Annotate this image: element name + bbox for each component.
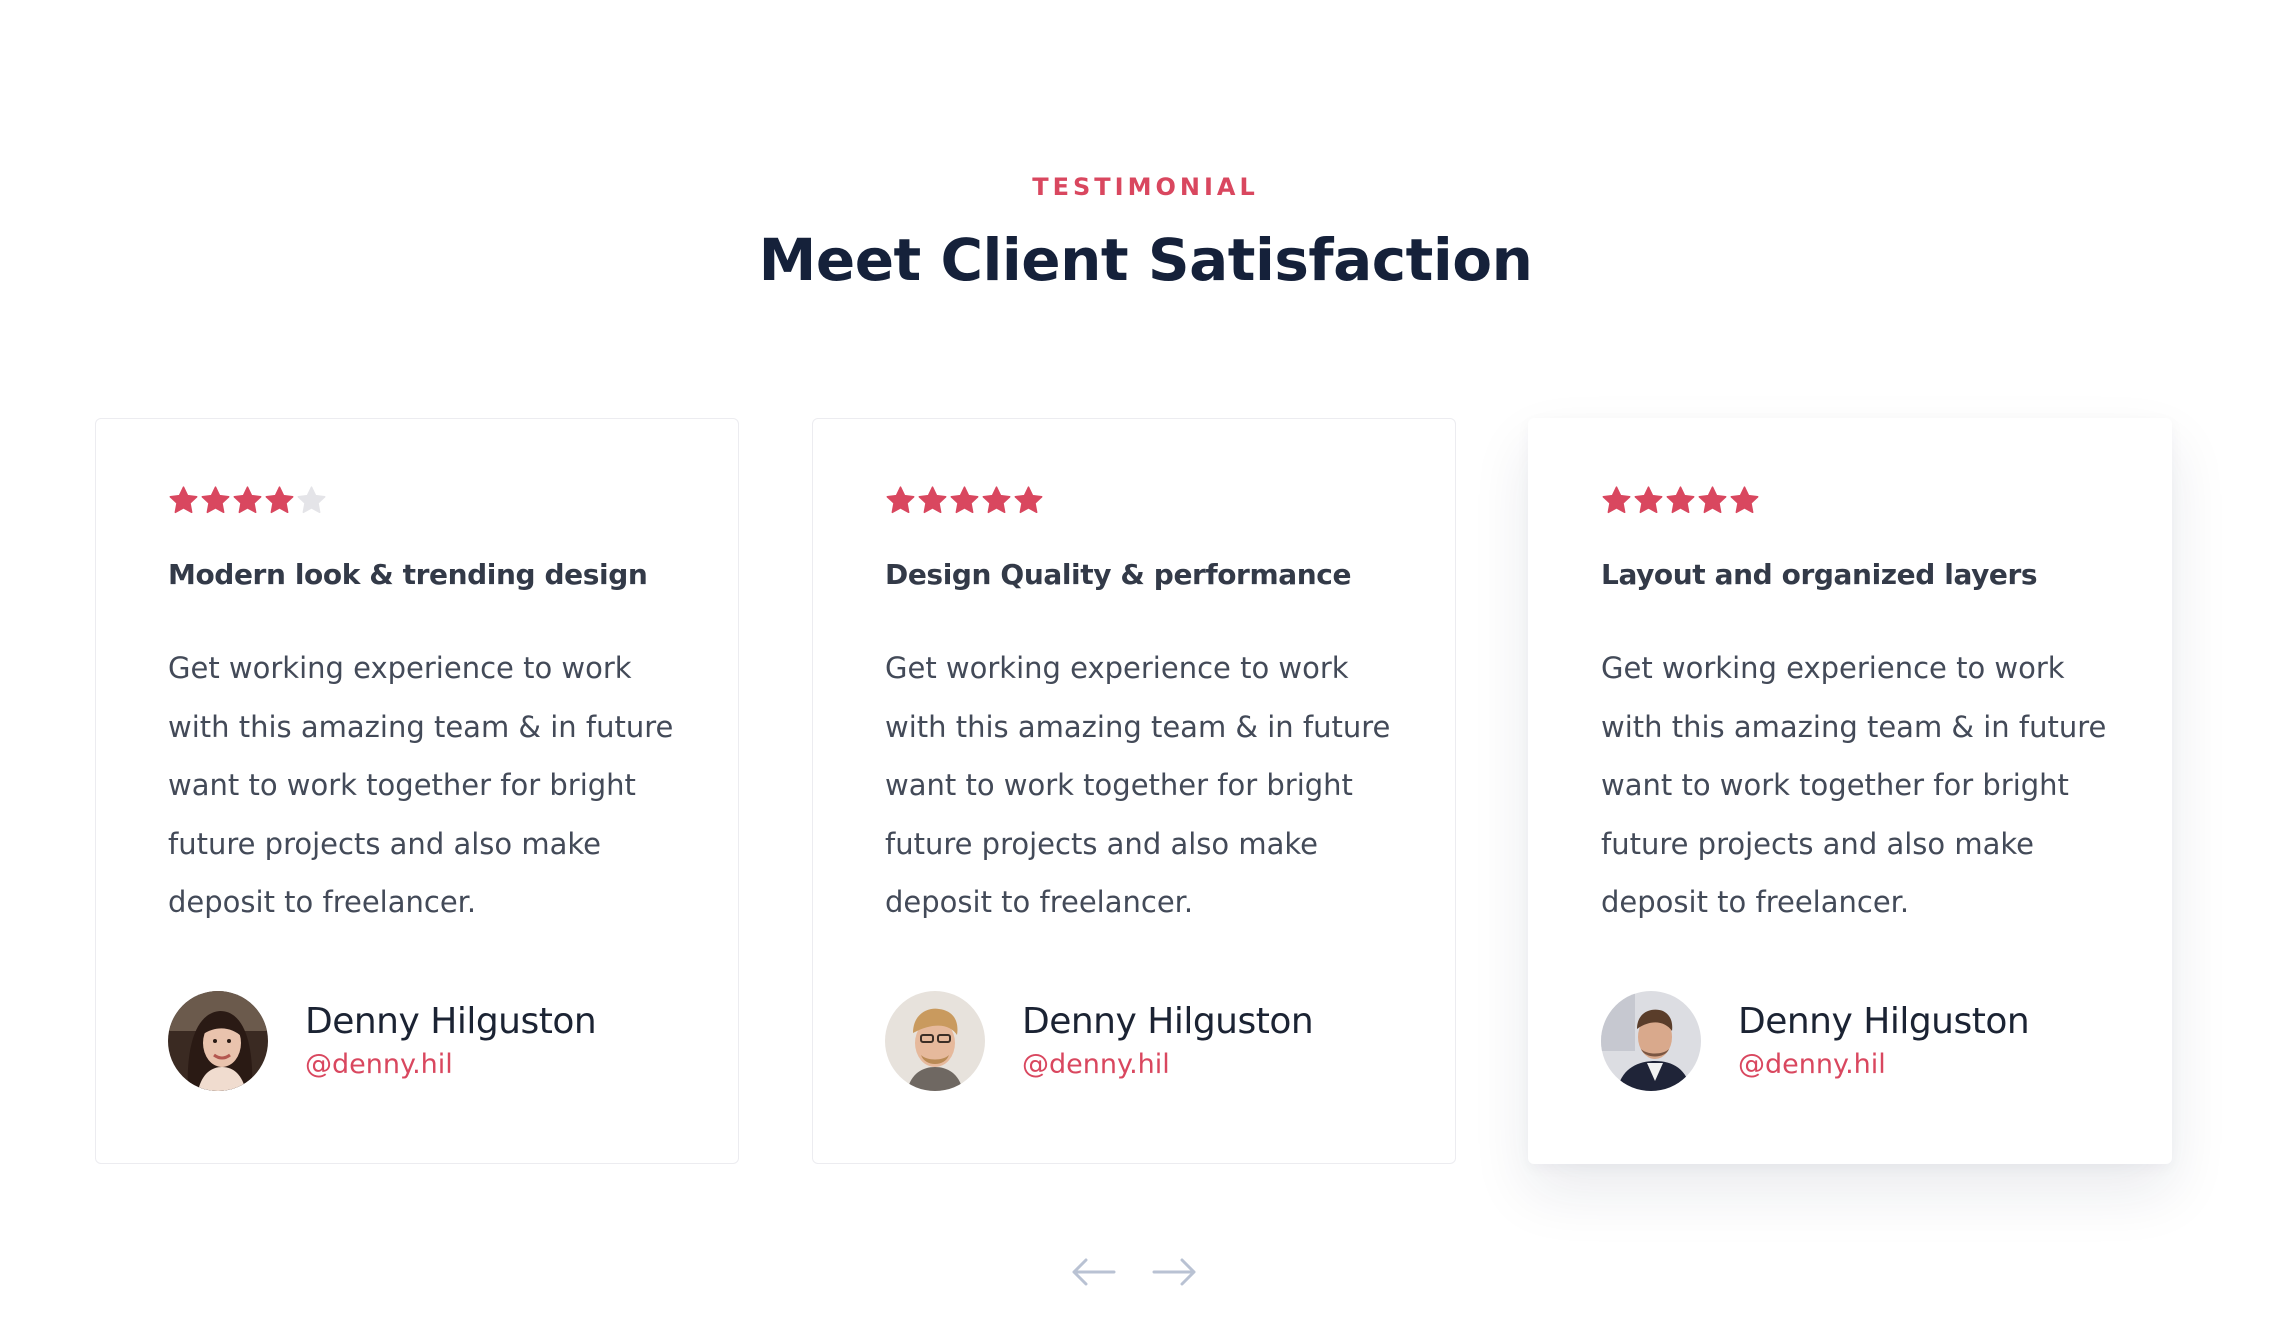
testimonial-section: TESTIMONIAL Meet Client Satisfaction Mod… — [0, 0, 2291, 1323]
author-handle[interactable]: @denny.hil — [1022, 1048, 1313, 1082]
testimonial-body: Get working experience to work with this… — [168, 651, 674, 919]
star-empty-icon — [297, 486, 326, 514]
author-block: Denny Hilguston @denny.hil — [168, 991, 597, 1091]
testimonial-title: Modern look & trending design — [168, 558, 648, 591]
star-filled-icon — [1634, 486, 1663, 514]
star-filled-icon — [1698, 486, 1727, 514]
star-rating — [168, 485, 327, 515]
star-filled-icon — [169, 486, 198, 514]
author-name: Denny Hilguston — [1738, 1001, 2030, 1042]
star-filled-icon — [233, 486, 262, 514]
star-filled-icon — [1602, 486, 1631, 514]
man-blond-portrait-image — [885, 991, 985, 1091]
testimonial-body: Get working experience to work with this… — [1601, 651, 2107, 919]
testimonial-card: Modern look & trending design Get workin… — [95, 418, 739, 1164]
testimonial-body: Get working experience to work with this… — [885, 651, 1391, 919]
author-handle[interactable]: @denny.hil — [1738, 1048, 2029, 1082]
testimonial-title: Layout and organized layers — [1601, 558, 2038, 591]
star-filled-icon — [1014, 486, 1043, 514]
star-filled-icon — [1730, 486, 1759, 514]
man-suit-portrait-image — [1601, 991, 1701, 1091]
star-filled-icon — [918, 486, 947, 514]
slider-navigation — [1070, 1252, 1198, 1292]
star-filled-icon — [982, 486, 1011, 514]
star-filled-icon — [886, 486, 915, 514]
star-filled-icon — [201, 486, 230, 514]
author-avatar — [1601, 991, 1701, 1091]
star-filled-icon — [265, 486, 294, 514]
star-filled-icon — [950, 486, 979, 514]
testimonial-card: Design Quality & performance Get working… — [812, 418, 1456, 1164]
section-title: Meet Client Satisfaction — [758, 226, 1533, 294]
author-block: Denny Hilguston @denny.hil — [1601, 991, 2030, 1091]
author-avatar — [168, 991, 268, 1091]
section-eyebrow: TESTIMONIAL — [1032, 173, 1259, 201]
author-block: Denny Hilguston @denny.hil — [885, 991, 1314, 1091]
star-rating — [885, 485, 1044, 515]
author-handle[interactable]: @denny.hil — [305, 1048, 596, 1082]
star-rating — [1601, 485, 1760, 515]
author-name: Denny Hilguston — [1022, 1001, 1314, 1042]
author-name: Denny Hilguston — [305, 1001, 597, 1042]
testimonial-card: Layout and organized layers Get working … — [1528, 418, 2172, 1164]
arrow-left-icon[interactable] — [1070, 1252, 1116, 1292]
arrow-right-icon[interactable] — [1152, 1252, 1198, 1292]
author-avatar — [885, 991, 985, 1091]
woman-portrait-image — [168, 991, 268, 1091]
star-filled-icon — [1666, 486, 1695, 514]
testimonial-title: Design Quality & performance — [885, 558, 1352, 591]
